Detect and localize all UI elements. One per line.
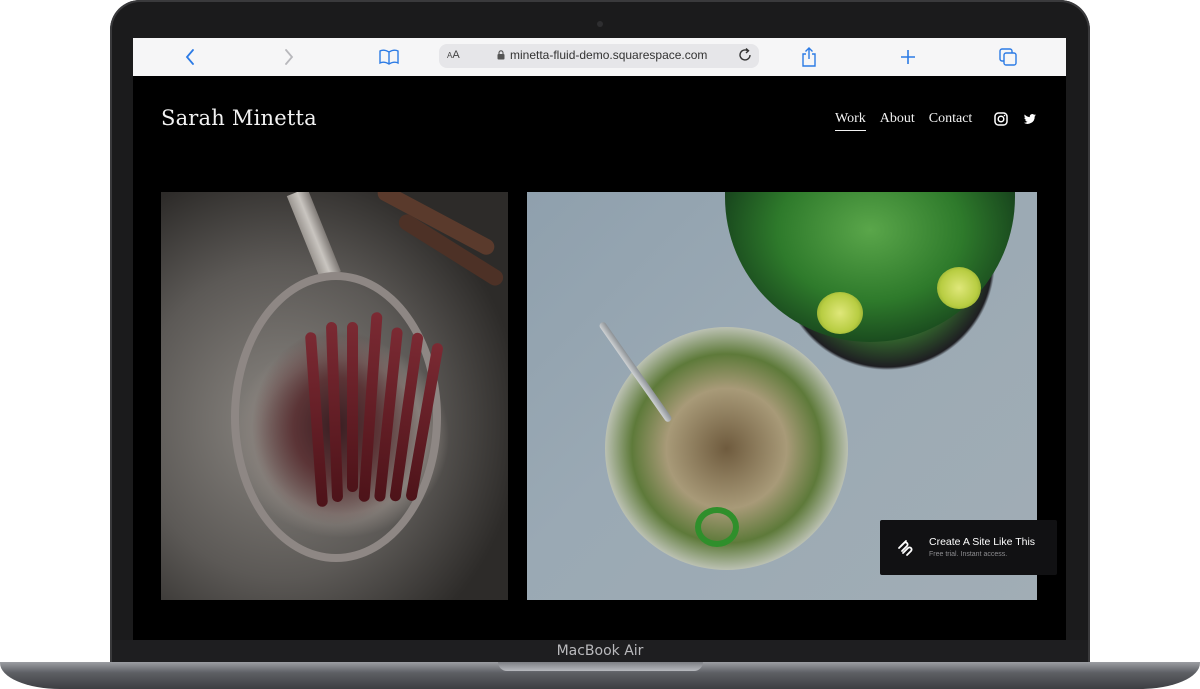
back-button[interactable] bbox=[177, 44, 203, 70]
book-icon bbox=[379, 49, 399, 65]
browser-toolbar: AAAA minetta-fluid-demo.squarespace.com bbox=[133, 38, 1066, 77]
reload-icon[interactable] bbox=[737, 47, 753, 63]
chevron-left-icon bbox=[185, 49, 194, 65]
promo-subtitle: Free trial. Instant access. bbox=[929, 551, 1008, 558]
gallery-image-roasted-carrots[interactable] bbox=[161, 192, 508, 600]
forward-button[interactable] bbox=[276, 44, 302, 70]
address-bar[interactable]: AAAA minetta-fluid-demo.squarespace.com bbox=[439, 44, 759, 68]
nav-contact[interactable]: Contact bbox=[929, 111, 973, 131]
squarespace-logo-icon bbox=[898, 540, 913, 556]
reader-text-size-button[interactable]: AAAA bbox=[447, 49, 460, 61]
camera bbox=[597, 21, 603, 27]
screen: AAAA minetta-fluid-demo.squarespace.com bbox=[133, 38, 1066, 640]
chevron-right-icon bbox=[285, 49, 294, 65]
tabs-icon bbox=[999, 48, 1017, 66]
bookmarks-button[interactable] bbox=[376, 44, 402, 70]
jalapeno-slice bbox=[695, 507, 739, 547]
laptop-notch bbox=[498, 662, 703, 671]
lime-slice bbox=[817, 292, 863, 334]
plus-icon bbox=[901, 50, 915, 64]
device-model-label: MacBook Air bbox=[556, 643, 644, 659]
pan-handle bbox=[286, 192, 341, 280]
promo-title: Create A Site Like This bbox=[929, 536, 1036, 548]
carrot bbox=[347, 322, 358, 492]
lime-slice bbox=[937, 267, 981, 309]
url-text: minetta-fluid-demo.squarespace.com bbox=[510, 48, 708, 62]
new-tab-button[interactable] bbox=[895, 44, 921, 70]
tabs-button[interactable] bbox=[995, 44, 1021, 70]
nav-about[interactable]: About bbox=[880, 111, 915, 131]
share-button[interactable] bbox=[796, 44, 822, 70]
site-logo[interactable]: Sarah Minetta bbox=[161, 106, 317, 130]
create-site-promo[interactable]: Create A Site Like This Free trial. Inst… bbox=[880, 520, 1057, 575]
herb-plate bbox=[725, 192, 1015, 342]
share-icon bbox=[802, 47, 816, 67]
twitter-icon[interactable] bbox=[1023, 112, 1037, 126]
site-nav: Work About Contact bbox=[835, 111, 972, 131]
lock-icon bbox=[497, 50, 505, 60]
nav-work[interactable]: Work bbox=[835, 111, 866, 131]
instagram-icon[interactable] bbox=[994, 112, 1008, 126]
